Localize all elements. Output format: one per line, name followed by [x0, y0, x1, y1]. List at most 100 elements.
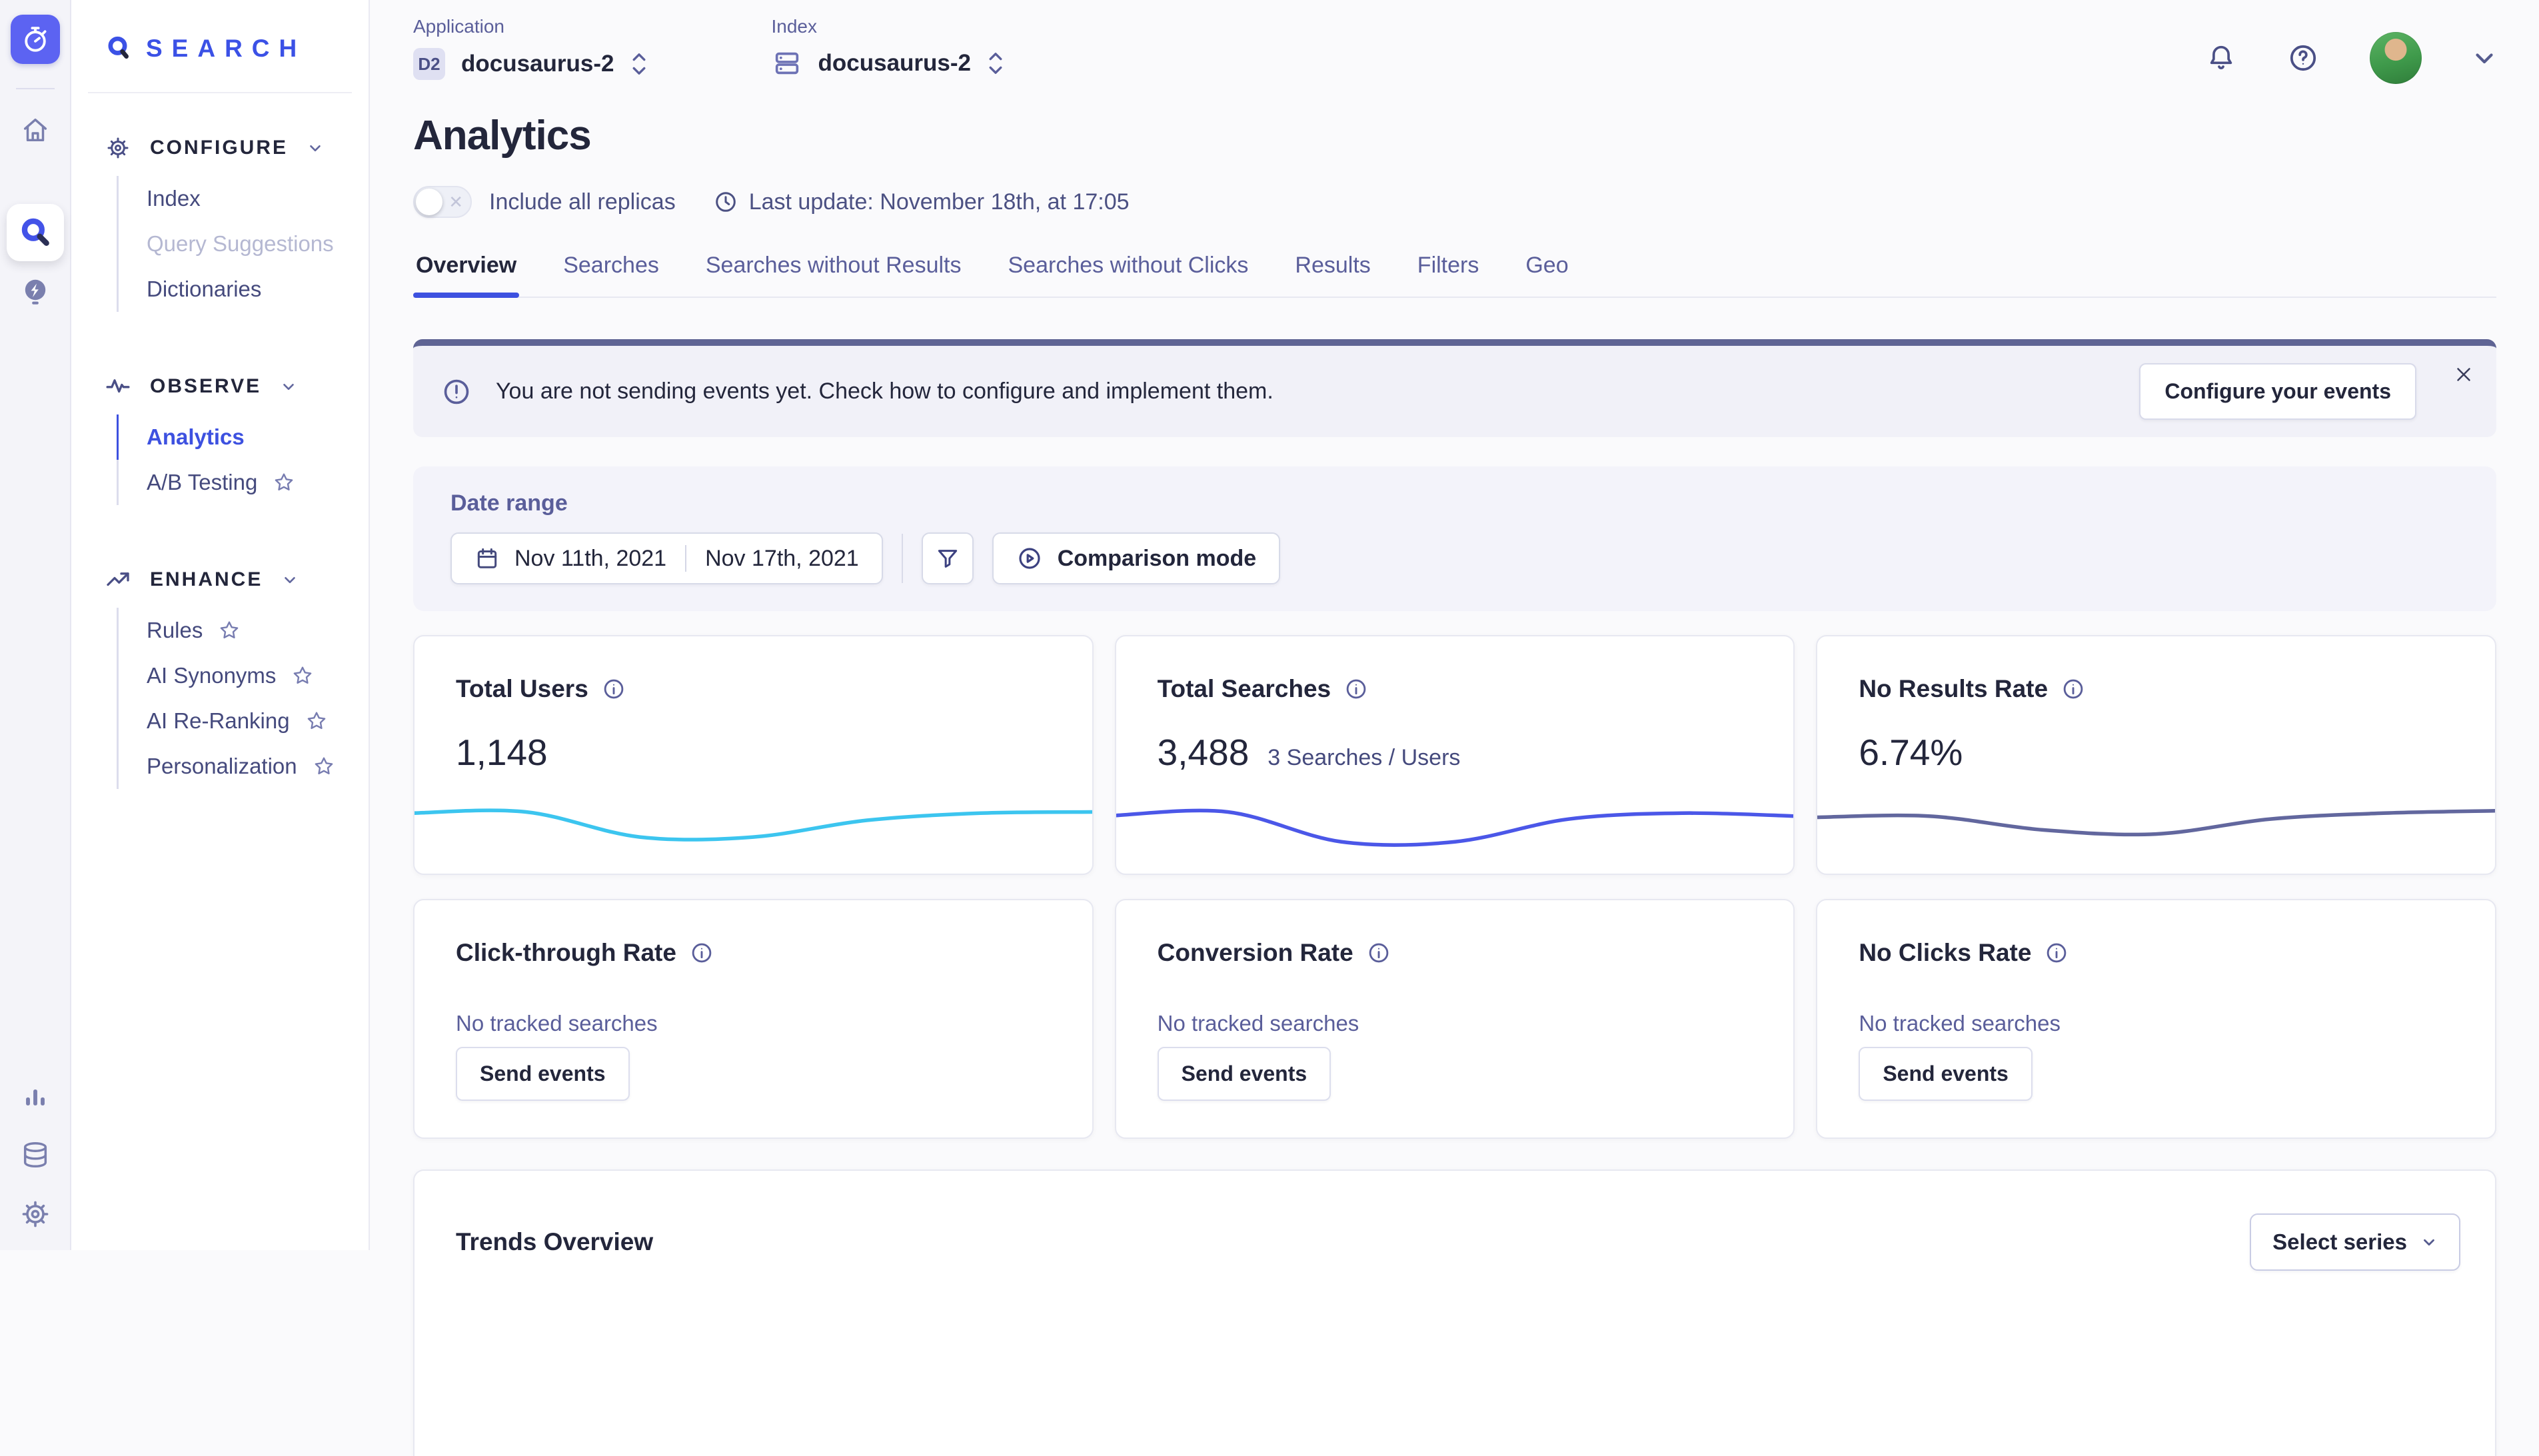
trend-up-icon: [105, 566, 131, 593]
nav-group-configure-header[interactable]: CONFIGURE: [105, 135, 369, 161]
comparison-mode-button[interactable]: Comparison mode: [992, 532, 1280, 584]
date-controls: Nov 11th, 2021 Nov 17th, 2021 Comp: [450, 532, 2459, 584]
application-selector-value: docusaurus-2: [461, 51, 614, 77]
send-events-button[interactable]: Send events: [1859, 1047, 2033, 1101]
date-range-panel: Date range Nov 11th, 2021 Nov 17th, 2021: [413, 466, 2496, 611]
rail-bottom-group: [19, 1082, 51, 1230]
sidebar-item-rules[interactable]: Rules: [117, 608, 369, 653]
application-badge: D2: [413, 48, 445, 80]
funnel-icon: [935, 546, 960, 571]
account-chevron-down-icon[interactable]: [2472, 46, 2496, 70]
index-selector-label: Index: [772, 16, 1005, 37]
sidebar-item-query-suggestions[interactable]: Query Suggestions: [117, 221, 369, 267]
date-start: Nov 11th, 2021: [514, 546, 666, 572]
tab-filters[interactable]: Filters: [1415, 253, 1482, 297]
nav-group-enhance-header[interactable]: ENHANCE: [105, 566, 369, 593]
sidebar-item-label: A/B Testing: [147, 470, 257, 495]
kpi-cards-row: Total Users 1,148 Total Searches: [413, 635, 2496, 875]
home-icon[interactable]: [20, 115, 51, 145]
monitoring-icon[interactable]: [21, 1082, 50, 1111]
sidebar-item-label: Query Suggestions: [147, 231, 334, 257]
server-icon: [772, 48, 802, 79]
sidebar-item-dictionaries[interactable]: Dictionaries: [117, 267, 369, 312]
recommend-icon[interactable]: [19, 276, 51, 308]
info-icon[interactable]: [602, 677, 626, 701]
settings-gear-icon[interactable]: [19, 1198, 51, 1230]
card-title: Conversion Rate: [1158, 939, 1353, 967]
select-series-button[interactable]: Select series: [2250, 1213, 2460, 1271]
sparkline-total-users: [413, 783, 1094, 858]
index-selector-value: docusaurus-2: [818, 50, 972, 77]
help-icon[interactable]: [2287, 42, 2319, 74]
star-icon: [219, 620, 240, 641]
events-banner: You are not sending events yet. Check ho…: [413, 339, 2496, 437]
nav-group-configure: CONFIGURE Index Query Suggestions Dictio…: [105, 135, 369, 312]
search-logo-icon: [106, 35, 133, 62]
send-events-button[interactable]: Send events: [456, 1047, 630, 1101]
clock-icon: [713, 189, 738, 215]
sidebar-item-label: Dictionaries: [147, 277, 261, 302]
configure-events-button[interactable]: Configure your events: [2139, 363, 2416, 420]
card-total-users: Total Users 1,148: [413, 635, 1094, 875]
card-value: 3,488: [1158, 731, 1250, 774]
info-icon[interactable]: [2061, 677, 2085, 701]
close-icon[interactable]: [2448, 359, 2479, 390]
search-logo[interactable]: SEARCH: [71, 0, 369, 63]
empty-cards-row: Click-through Rate No tracked searches S…: [413, 899, 2496, 1139]
sidebar-item-ab-testing[interactable]: A/B Testing: [117, 460, 369, 505]
select-series-label: Select series: [2272, 1229, 2407, 1255]
include-replicas-toggle[interactable]: ✕: [413, 186, 472, 218]
tab-results[interactable]: Results: [1292, 253, 1373, 297]
card-value: 1,148: [456, 731, 548, 774]
nav-group-label: OBSERVE: [150, 375, 261, 398]
sidebar-item-analytics[interactable]: Analytics: [117, 414, 369, 460]
date-range-button[interactable]: Nov 11th, 2021 Nov 17th, 2021: [450, 532, 883, 584]
card-no-results-rate: No Results Rate 6.74%: [1816, 635, 2496, 875]
index-selector[interactable]: Index docusaurus-2: [772, 16, 1005, 79]
sidebar-item-index[interactable]: Index: [117, 176, 369, 221]
sidebar-item-personalization[interactable]: Personalization: [117, 744, 369, 789]
sidebar-item-label: Rules: [147, 618, 203, 643]
app-launcher-tile[interactable]: [11, 15, 60, 64]
info-icon[interactable]: [1367, 941, 1391, 965]
toggle-x-icon: ✕: [448, 193, 463, 211]
card-title: Total Users: [456, 675, 588, 703]
card-value: 6.74%: [1859, 731, 1963, 774]
star-icon: [306, 710, 327, 732]
info-icon[interactable]: [1344, 677, 1368, 701]
card-total-searches: Total Searches 3,488 3 Searches / Users: [1115, 635, 1795, 875]
search-product-tile[interactable]: [7, 204, 64, 261]
notifications-bell-icon[interactable]: [2206, 43, 2236, 73]
sidebar-item-ai-synonyms[interactable]: AI Synonyms: [117, 653, 369, 698]
tab-geo[interactable]: Geo: [1523, 253, 1571, 297]
meta-row: ✕ Include all replicas Last update: Nove…: [413, 186, 2496, 218]
search-logo-text: SEARCH: [146, 35, 306, 63]
send-events-button[interactable]: Send events: [1158, 1047, 1331, 1101]
icon-rail: [0, 0, 71, 1250]
info-icon[interactable]: [2045, 941, 2069, 965]
updown-chevrons-icon: [987, 49, 1004, 78]
card-no-clicks-rate: No Clicks Rate No tracked searches Send …: [1816, 899, 2496, 1139]
chevron-down-icon: [2420, 1233, 2438, 1251]
topbar-right: [2206, 16, 2496, 84]
date-separator: [685, 545, 686, 572]
data-icon[interactable]: [20, 1139, 51, 1170]
card-status: No tracked searches: [456, 1011, 1051, 1036]
sidebar-item-ai-re-ranking[interactable]: AI Re-Ranking: [117, 698, 369, 744]
tab-overview[interactable]: Overview: [413, 253, 519, 297]
sidebar-item-label: Index: [147, 186, 201, 211]
include-replicas-label: Include all replicas: [489, 189, 676, 215]
filter-button[interactable]: [922, 532, 974, 584]
info-icon[interactable]: [690, 941, 714, 965]
application-selector[interactable]: Application D2 docusaurus-2: [413, 16, 648, 80]
nav-group-observe-header[interactable]: OBSERVE: [105, 373, 369, 400]
avatar[interactable]: [2370, 32, 2422, 84]
tab-searches-without-results[interactable]: Searches without Results: [703, 253, 964, 297]
search-icon: [19, 216, 52, 249]
last-update-text: Last update: November 18th, at 17:05: [749, 189, 1130, 215]
sidebar-item-label: Analytics: [147, 424, 245, 450]
tab-searches[interactable]: Searches: [560, 253, 662, 297]
tab-searches-without-clicks[interactable]: Searches without Clicks: [1006, 253, 1252, 297]
sidebar-item-label: AI Re-Ranking: [147, 708, 290, 734]
nav-group-enhance: ENHANCE Rules AI Synonyms: [105, 566, 369, 789]
